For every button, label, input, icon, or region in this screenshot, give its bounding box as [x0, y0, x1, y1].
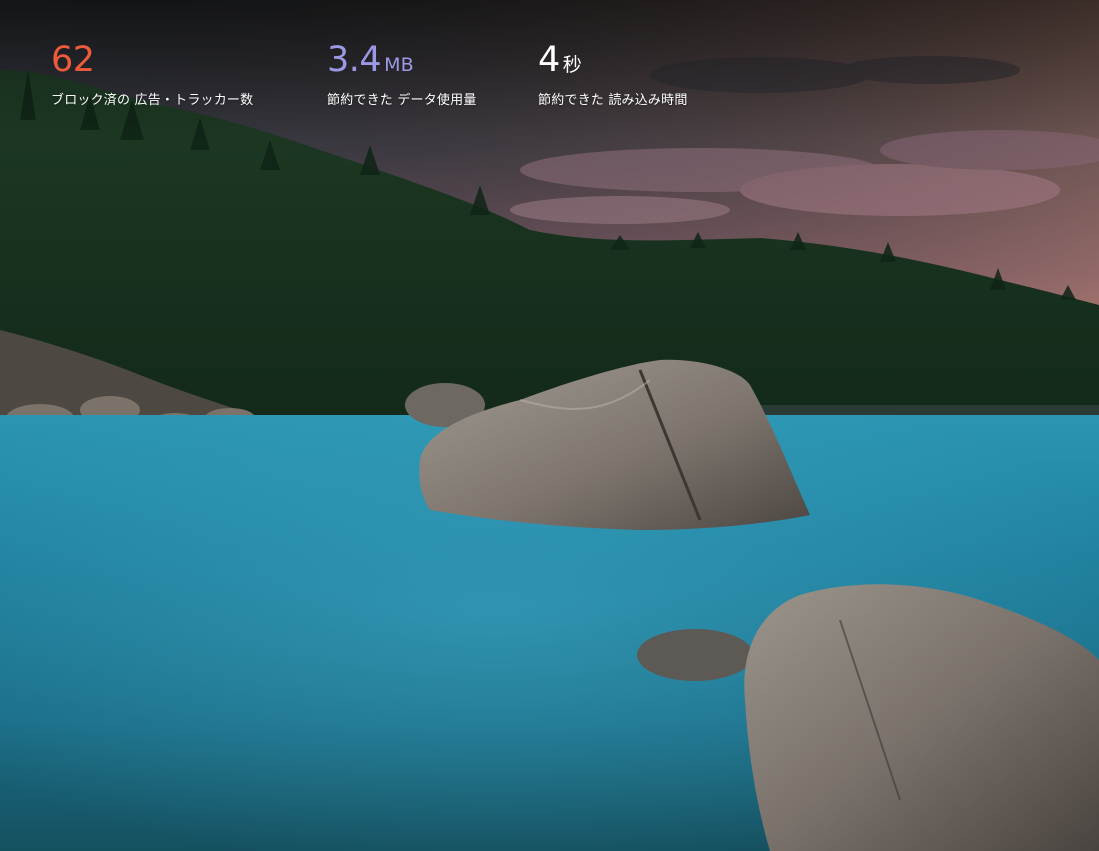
time-saved-unit: 秒 [562, 54, 582, 76]
stat-trackers-blocked: 62 ブロック済の 広告・トラッカー数 [51, 40, 253, 108]
data-saved-value: 3.4 [327, 40, 382, 80]
stat-data-saved: 3.4 MB 節約できた データ使用量 [327, 40, 477, 108]
stats-panel: 62 ブロック済の 広告・トラッカー数 3.4 MB 節約できた データ使用量 … [0, 0, 1099, 140]
stat-value: 3.4 MB [327, 40, 477, 84]
trackers-blocked-label: ブロック済の 広告・トラッカー数 [51, 93, 254, 108]
data-saved-label: 節約できた データ使用量 [327, 93, 477, 108]
trackers-blocked-count: 62 [51, 40, 95, 80]
data-saved-unit: MB [384, 54, 414, 76]
stat-value: 4 秒 [538, 40, 688, 84]
stat-value: 62 [51, 40, 253, 84]
stat-time-saved: 4 秒 節約できた 読み込み時間 [538, 40, 688, 108]
time-saved-label: 節約できた 読み込み時間 [538, 93, 688, 108]
time-saved-value: 4 [538, 40, 560, 80]
